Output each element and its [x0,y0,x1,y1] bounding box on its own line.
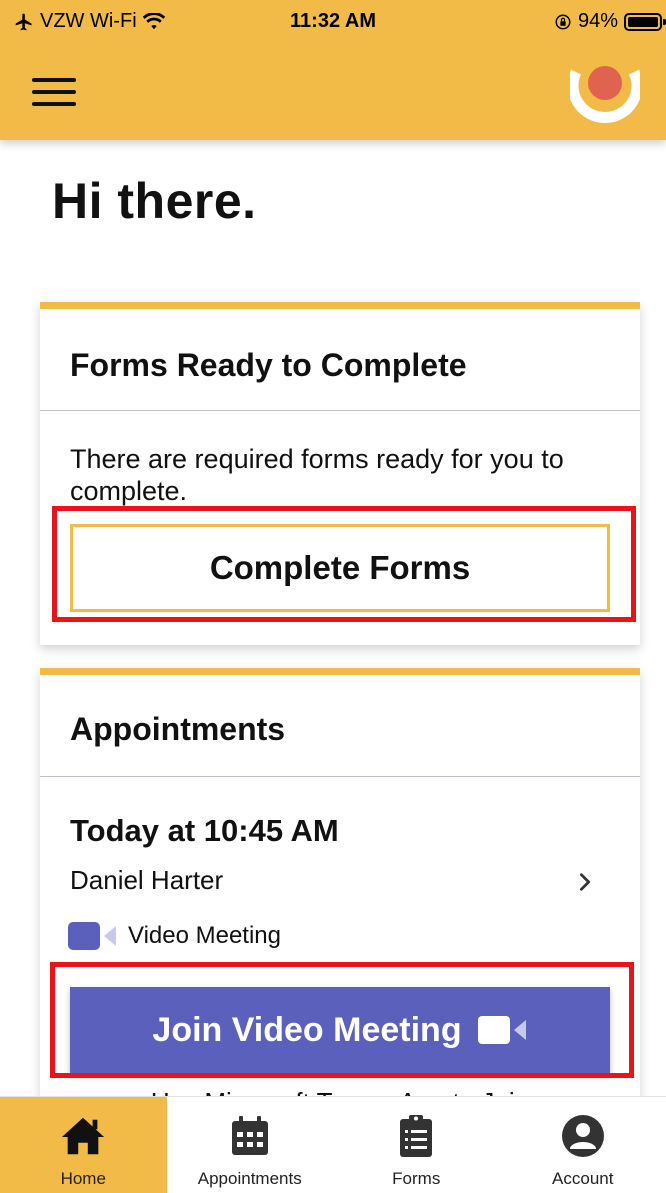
appointment-type: Video Meeting [68,921,281,951]
orientation-lock-icon [554,13,572,31]
bottom-nav: Home Appointments [0,1096,666,1193]
appointments-card-title: Appointments [70,711,285,748]
battery-percent: 94% [578,10,618,33]
nav-item-home[interactable]: Home [0,1097,167,1193]
account-icon [560,1113,606,1159]
calendar-icon [227,1113,273,1159]
forms-card-divider [40,410,640,411]
clipboard-icon [393,1113,439,1159]
chevron-right-icon[interactable] [574,871,596,893]
nav-item-account[interactable]: Account [500,1097,666,1193]
forms-card-title: Forms Ready to Complete [70,347,467,384]
appointment-time[interactable]: Today at 10:45 AM [70,813,339,849]
nav-label-account: Account [552,1169,613,1189]
complete-forms-highlight [52,506,636,622]
hamburger-menu-icon[interactable] [32,78,76,112]
appointments-card-divider [40,776,640,777]
status-bar: VZW Wi-Fi 11:32 AM 94% [0,0,666,44]
appointment-type-label: Video Meeting [128,922,281,950]
nav-label-appointments: Appointments [198,1169,302,1189]
forms-card-message: There are required forms ready for you t… [70,443,610,507]
nav-label-home: Home [61,1169,106,1189]
status-right: 94% [554,10,662,33]
battery-icon [624,13,662,31]
nav-item-forms[interactable]: Forms [333,1097,500,1193]
appointment-provider[interactable]: Daniel Harter [70,865,223,896]
nav-label-forms: Forms [392,1169,440,1189]
app-header: VZW Wi-Fi 11:32 AM 94% [0,0,666,140]
video-camera-icon [68,921,118,951]
app-logo-icon[interactable] [570,58,640,128]
nav-item-appointments[interactable]: Appointments [167,1097,334,1193]
page-title: Hi there. [52,172,257,230]
home-icon [60,1113,106,1159]
join-meeting-highlight [50,962,634,1078]
